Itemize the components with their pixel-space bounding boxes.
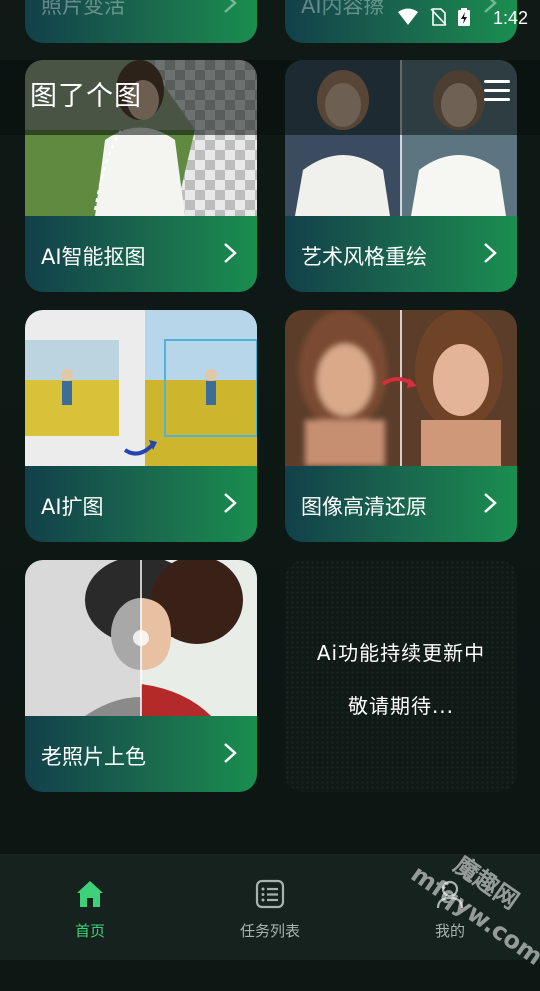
card-image bbox=[25, 310, 257, 466]
card-colorize-old-photo[interactable]: 老照片上色 bbox=[25, 560, 257, 792]
no-sim-icon bbox=[430, 8, 447, 26]
nav-task-list[interactable]: 任务列表 bbox=[220, 878, 320, 941]
card-hd-restore[interactable]: 图像高清还原 bbox=[285, 310, 517, 542]
nav-home[interactable]: 首页 bbox=[40, 878, 140, 941]
list-icon bbox=[255, 879, 285, 909]
nav-task-list-label: 任务列表 bbox=[239, 922, 300, 940]
status-time: 1:42 bbox=[492, 8, 528, 28]
card-label-bar: AI扩图 bbox=[25, 466, 257, 542]
chevron-right-icon bbox=[224, 243, 237, 263]
wifi-icon bbox=[398, 8, 418, 25]
bottom-nav: 首页 任务列表 我的 bbox=[0, 854, 540, 960]
nav-profile-label: 我的 bbox=[434, 922, 465, 940]
coming-soon-line1: Ai功能持续更新中 bbox=[316, 641, 486, 665]
menu-icon[interactable] bbox=[484, 80, 510, 102]
card-image bbox=[25, 560, 257, 716]
chevron-right-icon bbox=[484, 243, 497, 263]
status-bar: 1:42 bbox=[0, 0, 540, 36]
card-ai-expand[interactable]: AI扩图 bbox=[25, 310, 257, 542]
card-label-bar: 艺术风格重绘 bbox=[285, 216, 517, 292]
card-label-bar: 老照片上色 bbox=[25, 716, 257, 792]
card-label: AI智能抠图 bbox=[41, 245, 146, 269]
card-label-bar: 图像高清还原 bbox=[285, 466, 517, 542]
chevron-right-icon bbox=[484, 493, 497, 513]
card-label: AI扩图 bbox=[41, 495, 104, 519]
chevron-right-icon bbox=[224, 743, 237, 763]
card-label: 老照片上色 bbox=[41, 745, 146, 769]
coming-soon-card: Ai功能持续更新中 敬请期待... bbox=[285, 560, 517, 792]
profile-icon bbox=[436, 880, 464, 909]
card-image bbox=[285, 310, 517, 466]
chevron-right-icon bbox=[224, 493, 237, 513]
home-icon bbox=[77, 881, 103, 907]
card-label: 图像高清还原 bbox=[301, 495, 427, 519]
coming-soon-line2: 敬请期待... bbox=[347, 694, 455, 718]
app-title: 图了个图 bbox=[30, 81, 142, 112]
app-screen: 照片变活 AI内容擦 AI智能抠图 艺术风格重绘 AI扩图 图像高清还原 老照片… bbox=[0, 0, 540, 971]
nav-home-label: 首页 bbox=[74, 922, 105, 940]
card-label-bar: AI智能抠图 bbox=[25, 216, 257, 292]
nav-profile[interactable]: 我的 bbox=[400, 878, 500, 941]
battery-icon bbox=[458, 8, 470, 26]
card-label: 艺术风格重绘 bbox=[301, 245, 427, 269]
